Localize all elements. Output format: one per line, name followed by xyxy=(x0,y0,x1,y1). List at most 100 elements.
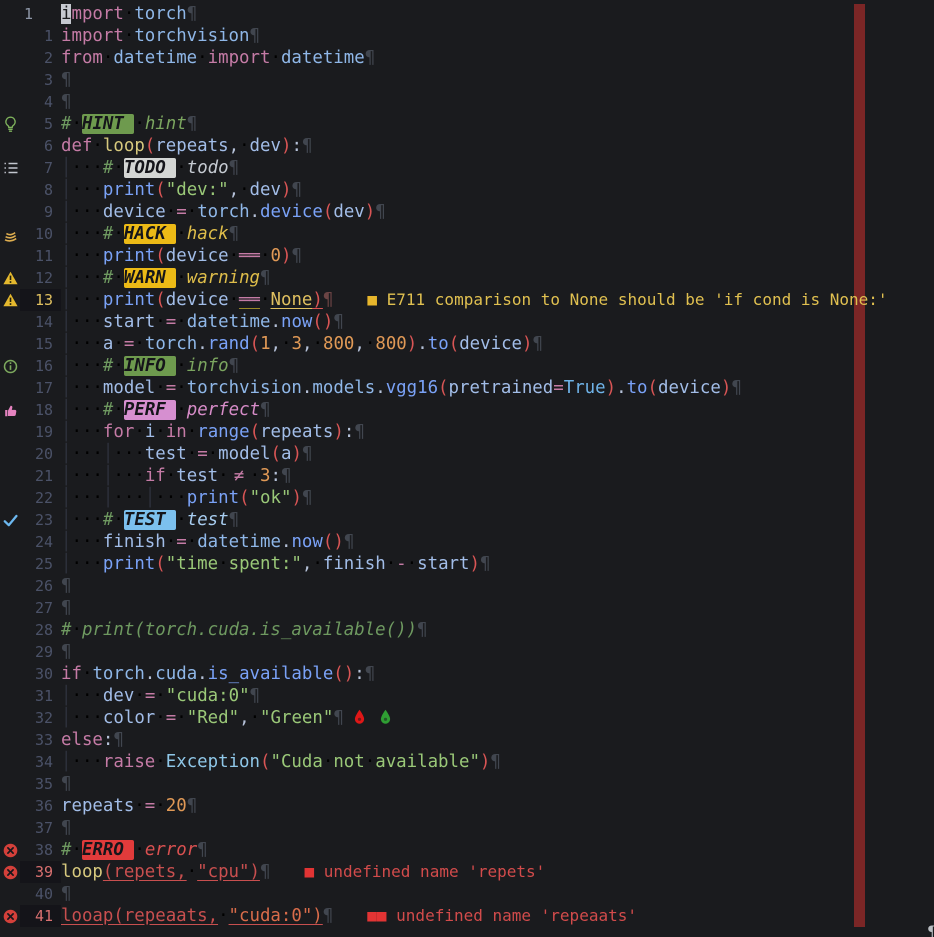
code-line[interactable]: 16│···#·INFO ·info¶ xyxy=(0,355,934,377)
code-line[interactable]: 34│···raise·Exception("Cuda·not·availabl… xyxy=(0,751,934,773)
line-text: │···model·=·torchvision.models.vgg16(pre… xyxy=(61,377,934,399)
sign-column xyxy=(0,3,20,25)
code-line[interactable]: 3¶ xyxy=(0,69,934,91)
scroll-indicator: ¶ xyxy=(927,922,934,937)
inline-color-swatch xyxy=(353,709,366,731)
diagnostic-virtual-text: ■ E711 comparison to None should be 'if … xyxy=(367,290,887,309)
code-line[interactable]: 36repeats·=·20¶ xyxy=(0,795,934,817)
code-line[interactable]: 2from·datetime·import·datetime¶ xyxy=(0,47,934,69)
sign-column xyxy=(0,663,20,685)
code-line[interactable]: 22│···│···│···print("ok")¶ xyxy=(0,487,934,509)
code-buffer: 1import·torch¶1import·torchvision¶2from·… xyxy=(0,3,934,927)
code-line[interactable]: 19│···for·i·in·range(repeats):¶ xyxy=(0,421,934,443)
line-text: │···│···if·test·≠·3:¶ xyxy=(61,465,934,487)
code-line[interactable]: 23│···#·TEST ·test¶ xyxy=(0,509,934,531)
line-text: │···dev·=·"cuda:0"¶ xyxy=(61,685,934,707)
sign-column xyxy=(0,465,20,487)
line-number: 1 xyxy=(20,25,61,47)
line-text: │···device·=·torch.device(dev)¶ xyxy=(61,201,934,223)
line-text: if·torch.cuda.is_available():¶ xyxy=(61,663,934,685)
line-text: #·print(torch.cuda.is_available())¶ xyxy=(61,619,934,641)
code-line[interactable]: 31│···dev·=·"cuda:0"¶ xyxy=(0,685,934,707)
sign-column xyxy=(0,553,20,575)
line-text: │···#·HACK ·hack¶ xyxy=(61,223,934,245)
code-line[interactable]: 5#·HINT ·hint¶ xyxy=(0,113,934,135)
error-icon xyxy=(0,839,20,861)
code-line[interactable]: 12│···#·WARN ·warning¶ xyxy=(0,267,934,289)
code-line[interactable]: 13│···print(device·══·None)¶■ E711 compa… xyxy=(0,289,934,311)
code-line[interactable]: 29¶ xyxy=(0,641,934,663)
sign-column xyxy=(0,135,20,157)
line-number: 28 xyxy=(20,619,61,641)
line-text: ¶ xyxy=(61,817,934,839)
line-text: │···print(device·══·None)¶■ E711 compari… xyxy=(61,289,934,311)
code-line[interactable]: 11│···print(device·══·0)¶ xyxy=(0,245,934,267)
check-icon xyxy=(0,509,20,531)
sign-column xyxy=(0,817,20,839)
code-line[interactable]: 33else:¶ xyxy=(0,729,934,751)
line-number: 40 xyxy=(20,883,61,905)
sign-column xyxy=(0,795,20,817)
line-number: 21 xyxy=(20,465,61,487)
code-line[interactable]: 32│···color·=·"Red",·"Green"¶ xyxy=(0,707,934,729)
line-number: 25 xyxy=(20,553,61,575)
lightbulb-icon xyxy=(0,113,20,135)
sign-column xyxy=(0,707,20,729)
line-number: 36 xyxy=(20,795,61,817)
sign-column xyxy=(0,773,20,795)
line-text: ¶ xyxy=(61,69,934,91)
line-text: │···print("dev:",·dev)¶ xyxy=(61,179,934,201)
line-number: 39 xyxy=(20,861,61,883)
line-number: 1 xyxy=(20,3,61,25)
line-number: 17 xyxy=(20,377,61,399)
warning-icon xyxy=(0,289,20,311)
code-line[interactable]: 35¶ xyxy=(0,773,934,795)
code-line[interactable]: 37¶ xyxy=(0,817,934,839)
line-text: │···finish·=·datetime.now()¶ xyxy=(61,531,934,553)
neovim-editor: 1import·torch¶1import·torchvision¶2from·… xyxy=(0,0,934,937)
line-number: 37 xyxy=(20,817,61,839)
line-number: 8 xyxy=(20,179,61,201)
line-number: 35 xyxy=(20,773,61,795)
line-text: looap(repeaats,·"cuda:0")¶■■ undefined n… xyxy=(61,905,934,927)
code-line[interactable]: 20│···│···test·=·model(a)¶ xyxy=(0,443,934,465)
code-line[interactable]: 14│···start·=·datetime.now()¶ xyxy=(0,311,934,333)
code-line[interactable]: 41looap(repeaats,·"cuda:0")¶■■ undefined… xyxy=(0,905,934,927)
code-line[interactable]: 9│···device·=·torch.device(dev)¶ xyxy=(0,201,934,223)
code-line[interactable]: 4¶ xyxy=(0,91,934,113)
line-number: 7 xyxy=(20,157,61,179)
code-line[interactable]: 1import·torchvision¶ xyxy=(0,25,934,47)
code-line[interactable]: 40¶ xyxy=(0,883,934,905)
code-line[interactable]: 28#·print(torch.cuda.is_available())¶ xyxy=(0,619,934,641)
code-line[interactable]: 15│···a·=·torch.rand(1,·3,·800,·800).to(… xyxy=(0,333,934,355)
sign-column xyxy=(0,421,20,443)
sign-column xyxy=(0,883,20,905)
code-line[interactable]: 25│···print("time·spent:",·finish·-·star… xyxy=(0,553,934,575)
code-line[interactable]: 24│···finish·=·datetime.now()¶ xyxy=(0,531,934,553)
sign-column xyxy=(0,597,20,619)
code-line[interactable]: 27¶ xyxy=(0,597,934,619)
code-line[interactable]: 1import·torch¶ xyxy=(0,3,934,25)
code-line[interactable]: 30if·torch.cuda.is_available():¶ xyxy=(0,663,934,685)
code-line[interactable]: 10│···#·HACK ·hack¶ xyxy=(0,223,934,245)
code-line[interactable]: 17│···model·=·torchvision.models.vgg16(p… xyxy=(0,377,934,399)
line-text: ¶ xyxy=(61,773,934,795)
code-line[interactable]: 7│···#·TODO ·todo¶ xyxy=(0,157,934,179)
code-line[interactable]: 38#·ERRO ·error¶ xyxy=(0,839,934,861)
line-number: 12 xyxy=(20,267,61,289)
line-text: │···print(device·══·0)¶ xyxy=(61,245,934,267)
sign-column xyxy=(0,25,20,47)
diagnostic-virtual-text: ■■ undefined name 'repeaats' xyxy=(367,906,637,925)
code-line[interactable]: 39loop(repets,·"cpu")¶■ undefined name '… xyxy=(0,861,934,883)
code-line[interactable]: 8│···print("dev:",·dev)¶ xyxy=(0,179,934,201)
sign-column xyxy=(0,443,20,465)
line-text: │···│···│···print("ok")¶ xyxy=(61,487,934,509)
code-line[interactable]: 26¶ xyxy=(0,575,934,597)
code-line[interactable]: 21│···│···if·test·≠·3:¶ xyxy=(0,465,934,487)
code-line[interactable]: 6def·loop(repeats,·dev):¶ xyxy=(0,135,934,157)
line-number: 30 xyxy=(20,663,61,685)
line-number: 16 xyxy=(20,355,61,377)
line-text: │···#·INFO ·info¶ xyxy=(61,355,934,377)
code-line[interactable]: 18│···#·PERF ·perfect¶ xyxy=(0,399,934,421)
line-number: 34 xyxy=(20,751,61,773)
